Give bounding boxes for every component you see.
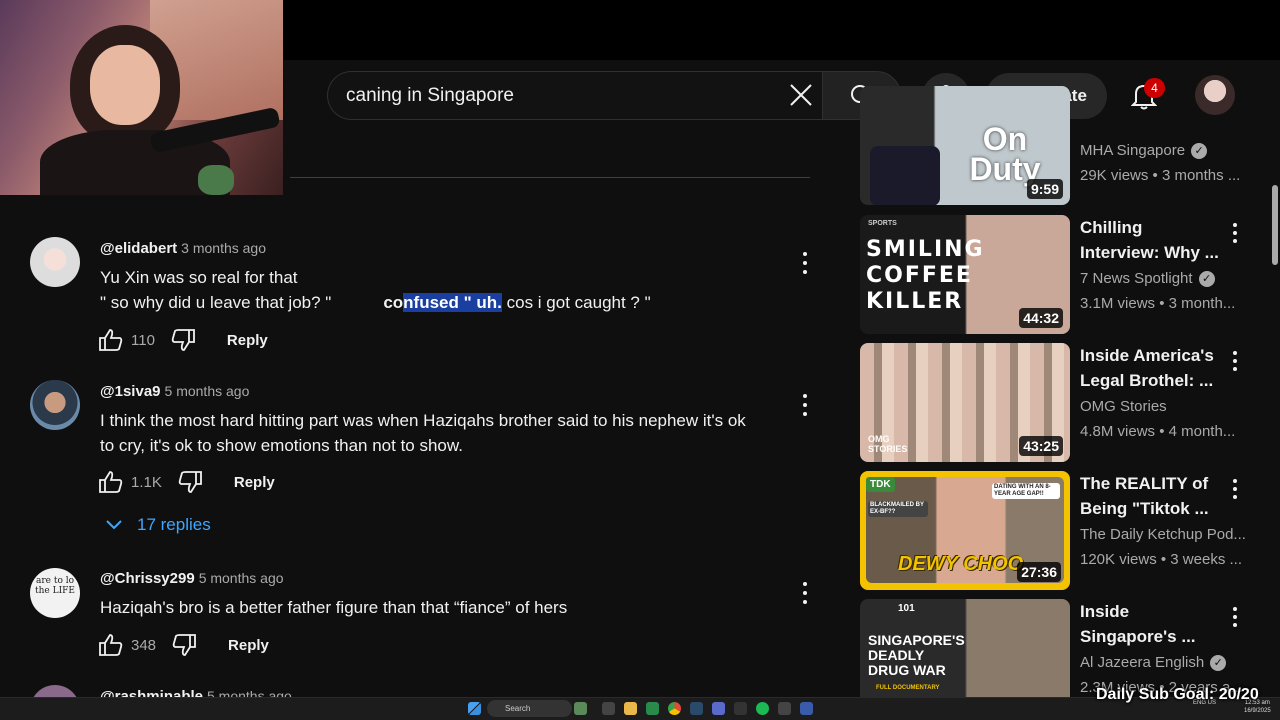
thumbnail-tag: SPORTS (868, 220, 897, 227)
related-video[interactable]: 101 SINGAPORE'S DEADLY DRUG WAR FULL DOC… (860, 599, 1260, 697)
related-video[interactable]: SPORTS SMILING COFFEE KILLER 44:32 Chill… (860, 215, 1260, 335)
video-thumbnail[interactable]: OMG STORIES 43:25 (860, 343, 1070, 462)
thumbnail-tag: TDK (866, 477, 895, 492)
video-meta: 3.1M views • 3 month... (1080, 295, 1236, 312)
video-channel[interactable]: OMG Stories (1080, 398, 1167, 415)
scrollbar-thumb[interactable] (1272, 185, 1278, 265)
video-duration: 27:36 (1017, 562, 1061, 582)
video-meta: 4.8M views • 4 month... (1080, 423, 1236, 440)
video-more-actions-button[interactable] (1230, 349, 1240, 373)
related-video[interactable]: OMG STORIES 43:25 Inside America's Legal… (860, 343, 1260, 463)
thumbnail-subtext: FULL DOCUMENTARY (876, 685, 940, 691)
sub-goal-overlay: Daily Sub Goal: 20/20 (1096, 686, 1259, 703)
thumbnail-text: SMILING COFFEE KILLER (866, 237, 985, 314)
thumbnail-text: DEWY CHOO (898, 553, 1024, 575)
video-title[interactable]: Inside Singapore's ... (1080, 599, 1220, 649)
thumbnail-text: SINGAPORE'S DEADLY DRUG WAR (868, 632, 965, 678)
video-duration: 9:59 (1026, 179, 1063, 199)
comment-avatar[interactable] (30, 685, 80, 697)
verified-icon: ✓ (1210, 654, 1227, 671)
video-more-actions-button[interactable] (1230, 477, 1240, 501)
video-channel[interactable]: MHA Singapore (1080, 142, 1185, 159)
video-thumbnail[interactable]: On Duty 9:59 (860, 86, 1070, 205)
video-channel[interactable]: The Daily Ketchup Pod... (1080, 526, 1246, 543)
app-icon[interactable] (712, 702, 725, 715)
spotify-icon[interactable] (756, 702, 769, 715)
app-icon[interactable] (574, 702, 587, 715)
app-icon[interactable] (602, 702, 615, 715)
video-meta: 120K views • 3 weeks ... (1080, 551, 1242, 568)
thumbnail-text: On Duty (969, 121, 1041, 187)
folder-icon[interactable] (624, 702, 637, 715)
windows-taskbar (0, 697, 1280, 720)
app-icon[interactable] (646, 702, 659, 715)
comment: @rashminable 5 months ago (0, 0, 830, 697)
video-thumbnail[interactable]: 101 SINGAPORE'S DEADLY DRUG WAR FULL DOC… (860, 599, 1070, 697)
thumbnail-tag: 101 (898, 603, 915, 614)
comment-author[interactable]: @rashminable (100, 688, 203, 697)
video-more-actions-button[interactable] (1230, 605, 1240, 629)
verified-icon: ✓ (1198, 270, 1215, 287)
video-thumbnail[interactable]: TDK BLACKMAILED BY EX-BF?? DATING WITH A… (860, 471, 1070, 590)
chrome-icon[interactable] (668, 702, 681, 715)
related-video[interactable]: TDK BLACKMAILED BY EX-BF?? DATING WITH A… (860, 471, 1260, 591)
app-icon[interactable] (734, 702, 747, 715)
video-channel[interactable]: 7 News Spotlight (1080, 270, 1193, 287)
steam-icon[interactable] (690, 702, 703, 715)
taskbar-search[interactable]: Search (487, 700, 572, 717)
thumbnail-bubble: DATING WITH AN 8-YEAR AGE GAP!! (992, 483, 1060, 499)
windows-start-icon[interactable] (468, 702, 481, 715)
video-meta: 29K views • 3 months ... (1080, 167, 1241, 184)
related-video[interactable]: On Duty 9:59 MHA Singapore ✓ 29K views • … (860, 86, 1260, 205)
video-duration: 43:25 (1019, 436, 1063, 456)
thumbnail-bubble: BLACKMAILED BY EX-BF?? (868, 501, 928, 517)
video-thumbnail[interactable]: SPORTS SMILING COFFEE KILLER 44:32 (860, 215, 1070, 334)
verified-icon: ✓ (1191, 142, 1208, 159)
video-title[interactable]: Chilling Interview: Why ... (1080, 215, 1220, 265)
video-title[interactable]: The REALITY of Being "Tiktok ... (1080, 471, 1220, 521)
app-icon[interactable] (800, 702, 813, 715)
video-more-actions-button[interactable] (1230, 221, 1240, 245)
video-title[interactable]: Inside America's Legal Brothel: ... (1080, 343, 1220, 393)
app-icon[interactable] (778, 702, 791, 715)
thumbnail-text: OMG STORIES (868, 434, 908, 454)
comment-time[interactable]: 5 months ago (207, 688, 292, 697)
video-duration: 44:32 (1019, 308, 1063, 328)
video-channel[interactable]: Al Jazeera English (1080, 654, 1204, 671)
